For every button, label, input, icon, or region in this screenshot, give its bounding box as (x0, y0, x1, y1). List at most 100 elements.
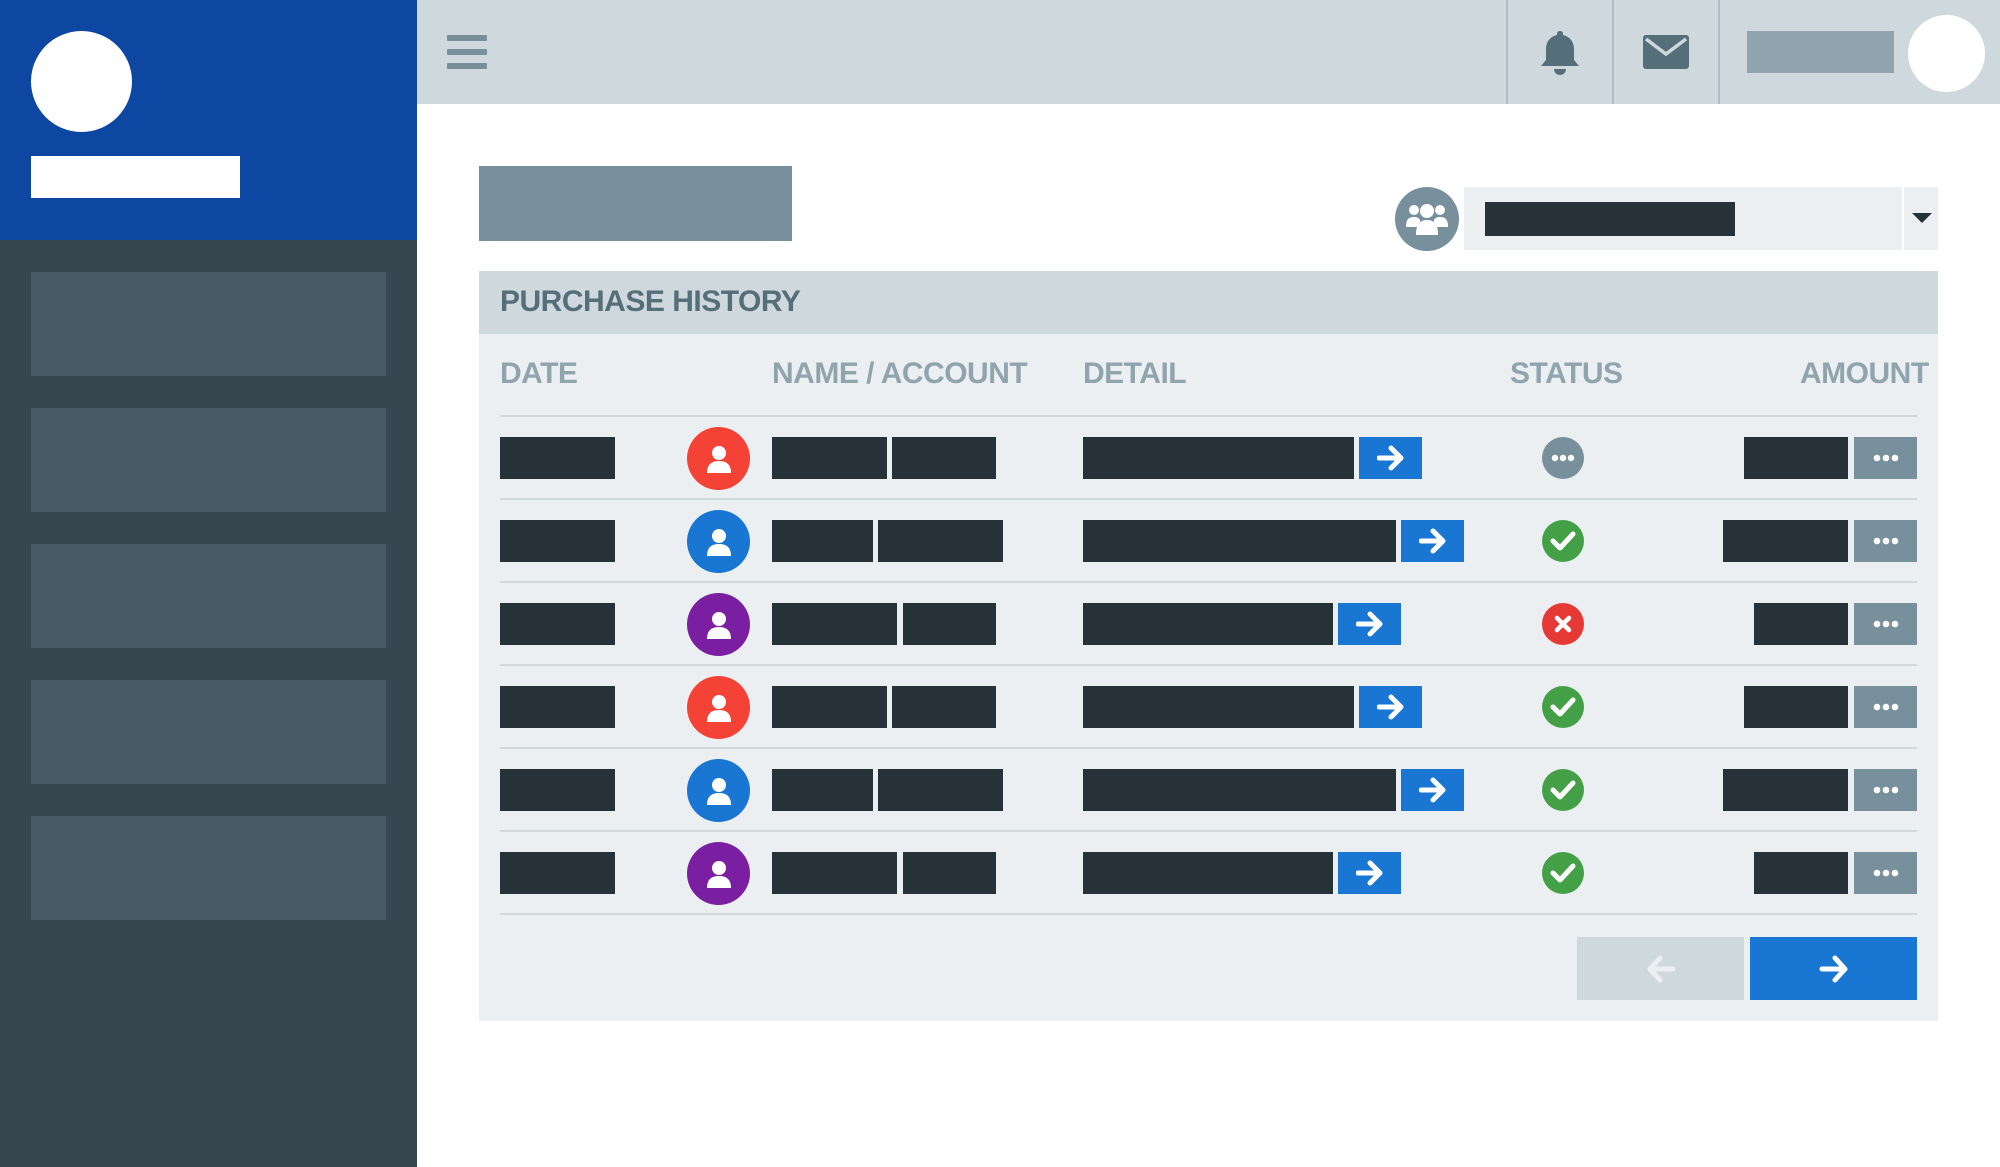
panel-header: PURCHASE HISTORY (479, 271, 1938, 334)
table-row[interactable] (479, 583, 1938, 666)
sidebar-item-2[interactable] (31, 408, 386, 512)
account-select-value-placeholder (1485, 202, 1735, 236)
user-avatar[interactable] (1908, 15, 1985, 92)
status-pending-icon (1542, 437, 1584, 479)
account-avatar[interactable] (687, 842, 750, 905)
arrow-left-icon (1647, 955, 1675, 982)
table-row[interactable] (479, 500, 1938, 583)
status-success-icon (1542, 852, 1584, 894)
view-detail-button[interactable] (1338, 852, 1401, 894)
amount-placeholder (1723, 520, 1848, 562)
table-row[interactable] (479, 749, 1938, 832)
previous-page-button[interactable] (1577, 937, 1744, 1000)
name-placeholder (772, 603, 897, 645)
date-placeholder (500, 769, 615, 811)
column-header-detail[interactable]: DETAIL (1083, 357, 1187, 391)
status-success-icon (1542, 686, 1584, 728)
chevron-down-icon[interactable] (1912, 213, 1932, 223)
table-row[interactable] (479, 666, 1938, 749)
name-placeholder (772, 520, 873, 562)
sidebar-profile-avatar[interactable] (31, 31, 132, 132)
table-row[interactable] (479, 832, 1938, 915)
group-icon (1395, 187, 1459, 251)
detail-placeholder (1083, 437, 1354, 479)
more-options-button[interactable] (1854, 603, 1917, 645)
panel-title: PURCHASE HISTORY (500, 285, 801, 318)
account-placeholder (903, 852, 996, 894)
sidebar-item-3[interactable] (31, 544, 386, 648)
arrow-right-icon (1418, 777, 1445, 803)
menu-icon[interactable] (447, 32, 487, 72)
messages-button[interactable] (1614, 0, 1718, 104)
more-options-button[interactable] (1854, 852, 1917, 894)
envelope-icon (1643, 35, 1689, 69)
more-options-button[interactable] (1854, 437, 1917, 479)
name-placeholder (772, 686, 887, 728)
sidebar-item-1[interactable] (31, 272, 386, 376)
view-detail-button[interactable] (1359, 437, 1422, 479)
account-select[interactable] (1464, 187, 1938, 250)
account-placeholder (878, 520, 1003, 562)
name-placeholder (772, 437, 887, 479)
top-bar (417, 0, 2000, 104)
status-success-icon (1542, 769, 1584, 811)
user-icon (706, 694, 731, 722)
view-detail-button[interactable] (1401, 520, 1464, 562)
detail-placeholder (1083, 603, 1333, 645)
user-name-placeholder[interactable] (1747, 31, 1894, 73)
sidebar (0, 0, 417, 1167)
sidebar-profile-name-placeholder (31, 156, 240, 198)
column-header-amount[interactable]: AMOUNT (1800, 357, 1929, 391)
more-options-button[interactable] (1854, 769, 1917, 811)
sidebar-item-5[interactable] (31, 816, 386, 920)
next-page-button[interactable] (1750, 937, 1917, 1000)
user-icon (706, 611, 731, 639)
more-options-button[interactable] (1854, 686, 1917, 728)
sidebar-header (0, 0, 417, 240)
view-detail-button[interactable] (1359, 686, 1422, 728)
arrow-right-icon (1355, 860, 1382, 886)
ellipsis-icon (1873, 537, 1898, 545)
topbar-divider (1718, 0, 1720, 104)
date-placeholder (500, 603, 615, 645)
app-root: PURCHASE HISTORY DATE NAME / ACCOUNT DET… (0, 0, 2000, 1167)
account-avatar[interactable] (687, 510, 750, 573)
ellipsis-icon (1873, 786, 1898, 794)
account-avatar[interactable] (687, 676, 750, 739)
column-header-status[interactable]: STATUS (1510, 357, 1623, 391)
account-placeholder (892, 437, 996, 479)
account-avatar[interactable] (687, 593, 750, 656)
users-group-icon (1406, 204, 1448, 235)
detail-placeholder (1083, 769, 1396, 811)
user-icon (706, 777, 731, 805)
ellipsis-icon (1873, 620, 1898, 628)
column-header-name[interactable]: NAME / ACCOUNT (772, 357, 1028, 391)
ellipsis-icon (1873, 869, 1898, 877)
more-options-button[interactable] (1854, 520, 1917, 562)
detail-placeholder (1083, 686, 1354, 728)
amount-placeholder (1754, 852, 1848, 894)
name-placeholder (772, 769, 873, 811)
account-avatar[interactable] (687, 427, 750, 490)
arrow-right-icon (1819, 955, 1847, 982)
amount-placeholder (1754, 603, 1848, 645)
amount-placeholder (1744, 686, 1848, 728)
table-row[interactable] (479, 417, 1938, 500)
user-icon (706, 445, 731, 473)
arrow-right-icon (1418, 528, 1445, 554)
sidebar-item-4[interactable] (31, 680, 386, 784)
view-detail-button[interactable] (1401, 769, 1464, 811)
notifications-button[interactable] (1508, 0, 1612, 104)
status-error-icon (1542, 603, 1584, 645)
account-placeholder (903, 603, 996, 645)
user-icon (706, 528, 731, 556)
view-detail-button[interactable] (1338, 603, 1401, 645)
detail-placeholder (1083, 520, 1396, 562)
amount-placeholder (1723, 769, 1848, 811)
ellipsis-icon (1873, 454, 1898, 462)
account-avatar[interactable] (687, 759, 750, 822)
column-header-date[interactable]: DATE (500, 357, 578, 391)
purchase-history-panel: PURCHASE HISTORY DATE NAME / ACCOUNT DET… (479, 271, 1938, 1021)
arrow-right-icon (1376, 694, 1403, 720)
date-placeholder (500, 437, 615, 479)
